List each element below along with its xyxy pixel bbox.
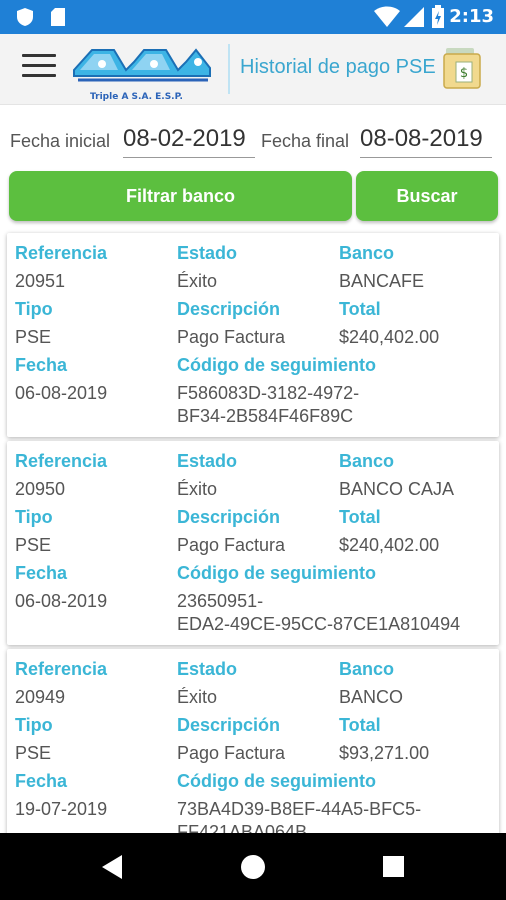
reference-value: 20951 [15,271,66,291]
company-logo: Triple A S.A. E.S.P. [70,40,215,102]
total-label: Total [339,507,381,527]
type-value: PSE [15,327,52,347]
status-value: Éxito [177,271,218,291]
reference-label: Referencia [15,659,108,679]
date-value: 19-07-2019 [15,799,108,819]
money-wallet-icon: $ [443,48,481,89]
page-title: Historial de pago PSE [240,56,436,78]
clock-time: 2:13 [449,6,494,27]
main-content: Fecha inicial 08-02-2019 Fecha final 08-… [0,105,506,833]
total-label: Total [339,715,381,735]
logo-text: Triple A S.A. E.S.P. [90,92,183,102]
status-value: Éxito [177,479,218,499]
total-value: $93,271.00 [339,743,430,763]
date-value: 06-08-2019 [15,383,108,403]
bank-label: Banco [339,243,395,263]
tracking-value-line1: F586083D-3182-4972- [177,383,360,403]
wifi-icon [374,6,400,27]
bank-label: Banco [339,659,395,679]
date-label: Fecha [15,563,68,583]
description-value: Pago Factura [177,535,286,555]
navigation-bar [0,833,506,900]
tracking-value-line2: FF421ABA064B [177,822,308,833]
total-value: $240,402.00 [339,535,440,555]
type-value: PSE [15,743,52,763]
description-value: Pago Factura [177,743,286,763]
type-label: Tipo [15,715,53,735]
svg-text:$: $ [460,66,468,81]
tracking-label: Código de seguimiento [177,563,377,583]
tracking-label: Código de seguimiento [177,771,377,791]
recents-icon[interactable] [383,856,404,877]
shield-icon [17,8,33,26]
start-date-field[interactable]: 08-02-2019 [123,125,255,158]
date-label: Fecha [15,355,68,375]
status-label: Estado [177,659,238,679]
bank-value: BANCO [339,687,404,707]
tracking-label: Código de seguimiento [177,355,377,375]
search-button[interactable]: Buscar [356,171,498,221]
filter-bank-button[interactable]: Filtrar banco [9,171,352,221]
payment-card[interactable]: Referencia Estado Banco 20951 Éxito BANC… [7,233,499,437]
tracking-value-line2: EDA2-49CE-95CC-87CE1A810494 [177,614,461,634]
header-divider [228,44,230,94]
reference-value: 20950 [15,479,66,499]
type-value: PSE [15,535,52,555]
reference-label: Referencia [15,451,108,471]
tracking-value-line1: 23650951- [177,591,264,611]
payment-card[interactable]: Referencia Estado Banco 20950 Éxito BANC… [7,441,499,645]
start-date-label: Fecha inicial [10,131,111,151]
status-value: Éxito [177,687,218,707]
status-label: Estado [177,243,238,263]
end-date-field[interactable]: 08-08-2019 [360,125,492,158]
tracking-value-line1: 73BA4D39-B8EF-44A5-BFC5- [177,799,422,819]
bank-label: Banco [339,451,395,471]
status-label: Estado [177,451,238,471]
bank-value: BANCAFE [339,271,425,291]
type-label: Tipo [15,299,53,319]
hamburger-menu-icon[interactable] [22,54,56,82]
date-value: 06-08-2019 [15,591,108,611]
bank-value: BANCO CAJA [339,479,455,499]
total-value: $240,402.00 [339,327,440,347]
reference-label: Referencia [15,243,108,263]
battery-charging-icon [432,5,444,28]
signal-icon [404,7,424,27]
payment-card[interactable]: Referencia Estado Banco 20949 Éxito BANC… [7,649,499,833]
home-icon[interactable] [241,855,265,879]
description-label: Descripción [177,715,281,735]
description-label: Descripción [177,299,281,319]
tracking-value-line2: BF34-2B584F46F89C [177,406,354,426]
total-label: Total [339,299,381,319]
app-bar: Triple A S.A. E.S.P. Historial de pago P… [0,34,506,105]
description-value: Pago Factura [177,327,286,347]
end-date-label: Fecha final [261,131,350,151]
type-label: Tipo [15,507,53,527]
status-bar: 2:13 [0,0,506,34]
description-label: Descripción [177,507,281,527]
sd-card-icon [51,8,65,26]
reference-value: 20949 [15,687,66,707]
back-icon[interactable] [102,855,122,879]
date-label: Fecha [15,771,68,791]
